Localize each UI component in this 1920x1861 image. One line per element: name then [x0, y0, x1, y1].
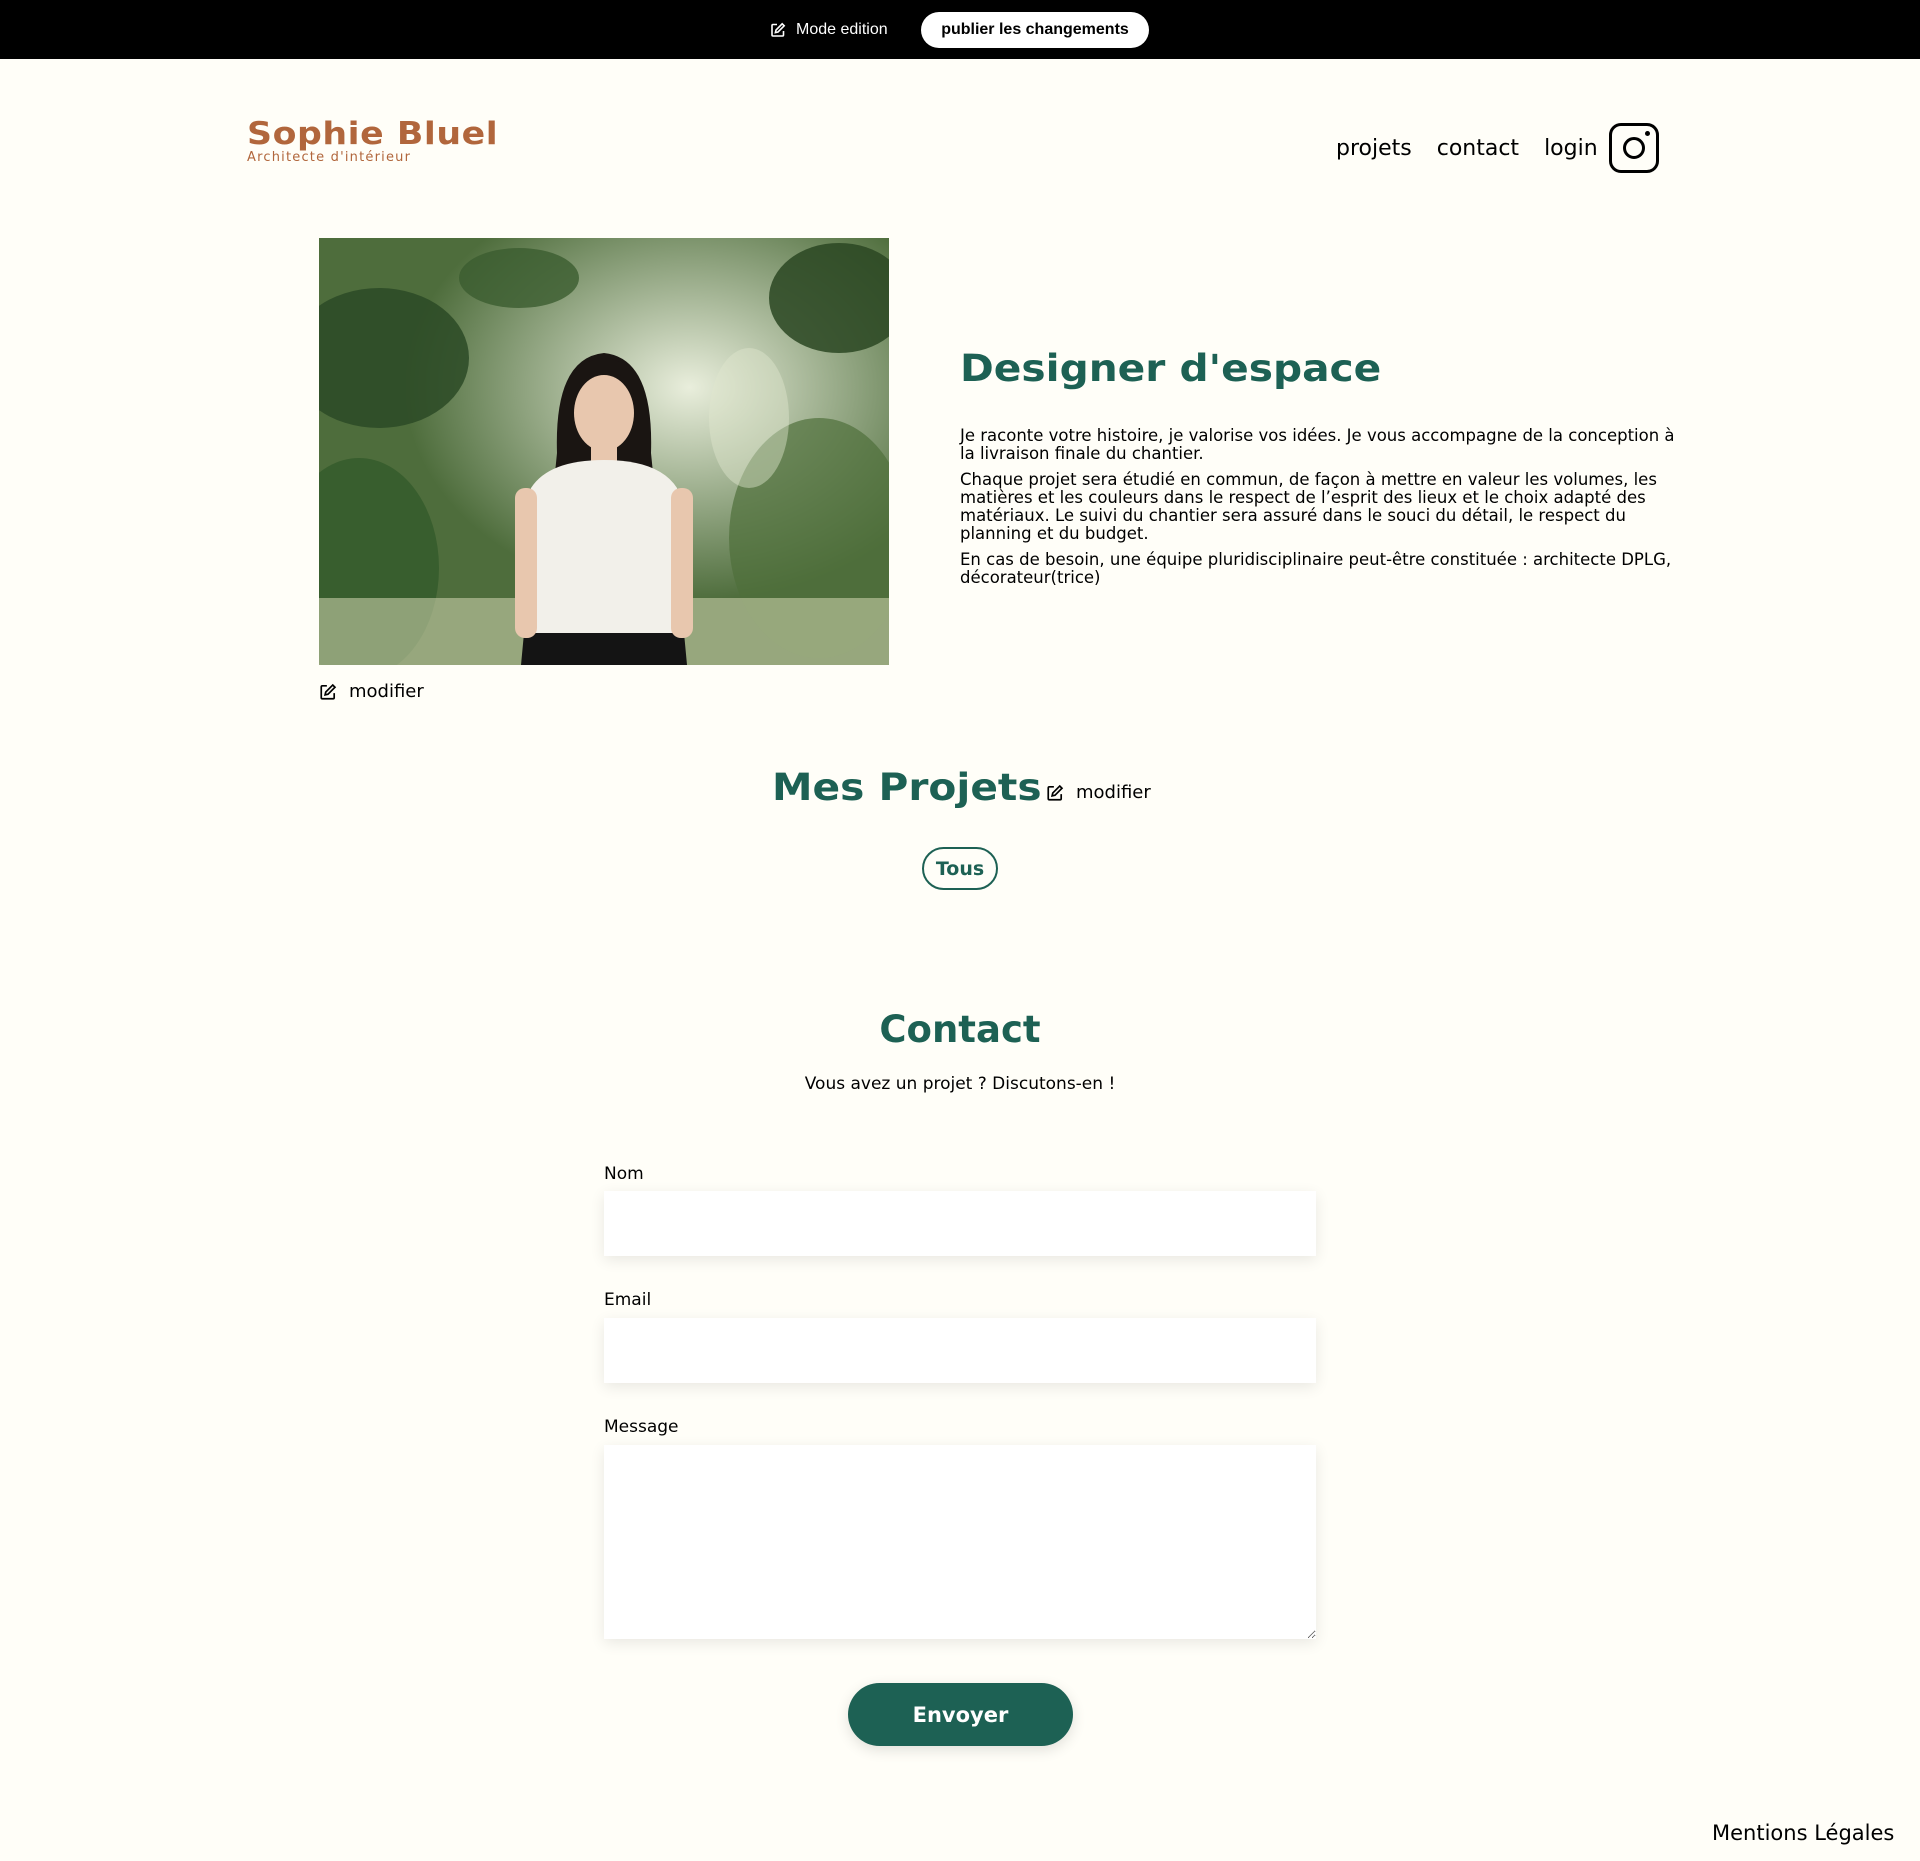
message-textarea[interactable]: [604, 1445, 1316, 1639]
intro-paragraph: Je raconte votre histoire, je valorise v…: [960, 426, 1675, 463]
intro-description: Je raconte votre histoire, je valorise v…: [960, 427, 1675, 595]
edit-mode-bar: Mode edition publier les changements: [0, 0, 1920, 59]
nav-link-login[interactable]: login: [1544, 136, 1598, 161]
intro-title: Designer d'espace: [960, 347, 1382, 390]
message-label: Message: [604, 1417, 679, 1437]
instagram-icon[interactable]: [1609, 123, 1659, 173]
intro-paragraph: Chaque projet sera étudié en commun, de …: [960, 470, 1657, 543]
edit-photo-link[interactable]: modifier: [319, 681, 424, 702]
architect-portrait-photo: [319, 238, 889, 665]
edit-icon: [1047, 784, 1064, 801]
instagram-lens: [1623, 137, 1645, 159]
nav-link-contact[interactable]: contact: [1437, 136, 1519, 161]
legal-notice-link[interactable]: Mentions Légales: [1712, 1821, 1894, 1845]
edit-icon: [771, 22, 786, 37]
edit-projects-label: modifier: [1076, 782, 1151, 803]
name-input[interactable]: [604, 1191, 1316, 1256]
name-label: Nom: [604, 1164, 644, 1184]
logo-subtitle: Architecte d'intérieur: [247, 150, 412, 165]
email-label: Email: [604, 1290, 652, 1310]
edit-mode-label: Mode edition: [796, 21, 888, 38]
send-button[interactable]: Envoyer: [848, 1683, 1073, 1746]
email-input[interactable]: [604, 1318, 1316, 1383]
publish-changes-button[interactable]: publier les changements: [921, 12, 1149, 48]
contact-title: Contact: [879, 1008, 1041, 1051]
instagram-dot: [1645, 131, 1650, 136]
logo-title[interactable]: Sophie Bluel: [247, 116, 498, 152]
filter-all-button[interactable]: Tous: [922, 847, 998, 890]
main-nav: projets contact login: [1336, 136, 1598, 161]
intro-paragraph: En cas de besoin, une équipe pluridiscip…: [960, 550, 1672, 587]
edit-photo-label: modifier: [349, 681, 424, 702]
contact-subtitle: Vous avez un projet ? Discutons-en !: [804, 1074, 1116, 1094]
edit-projects-link[interactable]: modifier: [1046, 782, 1151, 803]
edit-icon: [320, 683, 337, 700]
edit-mode-indicator: Mode edition: [770, 20, 888, 40]
nav-link-projets[interactable]: projets: [1336, 136, 1412, 161]
projects-title: Mes Projets: [772, 766, 1042, 809]
